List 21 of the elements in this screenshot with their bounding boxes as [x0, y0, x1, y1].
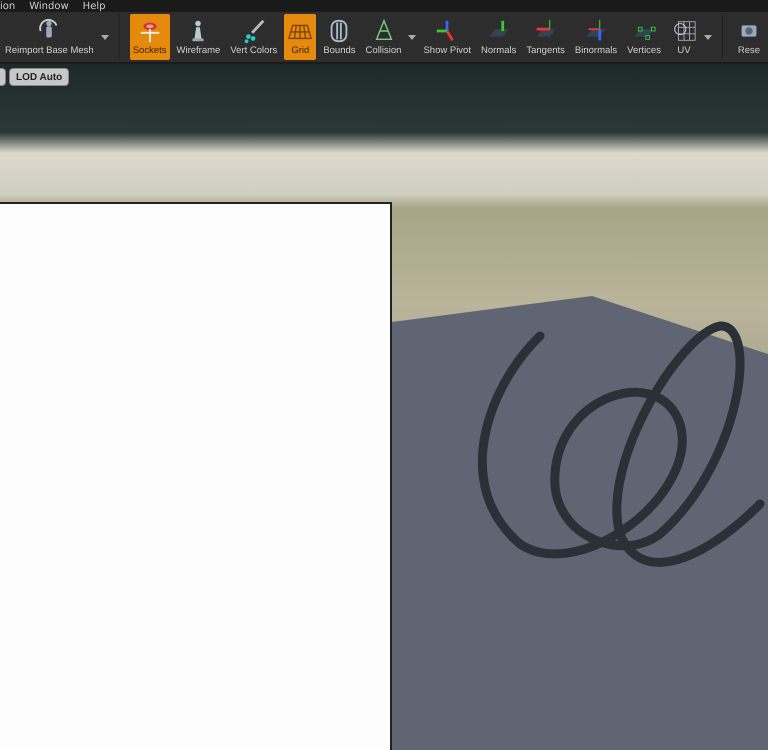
- toolbar-button[interactable]: Vert Colors: [227, 14, 280, 60]
- toolbar-button[interactable]: UV: [668, 14, 700, 60]
- toolbar-button[interactable]: Tangents: [523, 14, 568, 60]
- toolbar-button[interactable]: Normals: [478, 14, 520, 60]
- toolbar-button[interactable]: Wireframe: [174, 14, 224, 60]
- menu-item[interactable]: ion: [0, 1, 16, 12]
- toolbar-button[interactable]: Binormals: [572, 14, 620, 60]
- menu-item[interactable]: Window: [29, 1, 69, 12]
- dropdown-caret-icon[interactable]: [98, 33, 111, 41]
- dropdown-caret-icon[interactable]: [702, 33, 714, 41]
- toolbar-button[interactable]: Collision: [362, 14, 404, 60]
- dropdown-caret-icon[interactable]: [406, 33, 418, 41]
- lod-button[interactable]: LOD Auto: [9, 68, 70, 86]
- toolbar-button[interactable]: Grid: [284, 14, 316, 60]
- menu-item[interactable]: Help: [82, 1, 106, 12]
- toolbar-button[interactable]: Bounds: [320, 14, 359, 60]
- toolbar-button[interactable]: Reimport Base Mesh: [2, 14, 97, 60]
- toolbar-button[interactable]: Sockets: [130, 14, 170, 60]
- toolbar-button[interactable]: Show Pivot: [420, 14, 474, 60]
- toolbar-button[interactable]: Vertices: [624, 14, 664, 60]
- toolbar-button[interactable]: Rese: [732, 14, 765, 60]
